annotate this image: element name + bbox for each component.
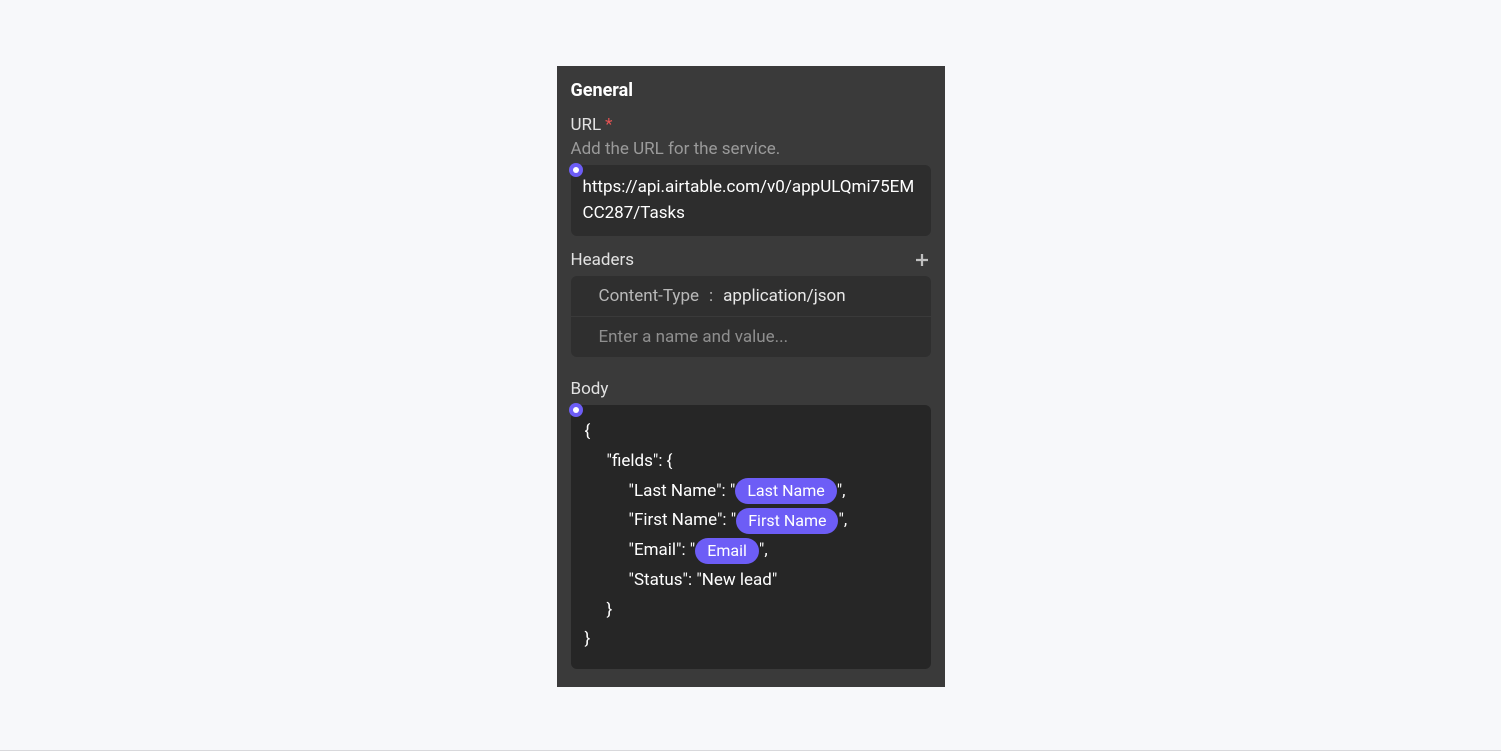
body-line: } (585, 596, 917, 626)
body-line: "Last Name": "Last Name", (585, 477, 917, 507)
body-section: Body { "fields": {"Last Name": "Last Nam… (571, 379, 931, 669)
url-help: Add the URL for the service. (571, 139, 931, 159)
body-input-wrap: { "fields": {"Last Name": "Last Name","F… (571, 405, 931, 669)
body-line: "fields": { (585, 447, 917, 477)
body-line: "Email": "Email", (585, 536, 917, 566)
url-input-wrap: https://api.airtable.com/v0/appULQmi75EM… (571, 165, 931, 236)
header-value: application/json (723, 286, 845, 306)
body-line: { (585, 421, 591, 441)
variable-indicator-icon (569, 403, 583, 417)
header-separator: : (709, 286, 713, 306)
plus-icon[interactable] (913, 251, 931, 269)
header-name: Content-Type (599, 286, 700, 306)
body-line: } (585, 629, 591, 649)
required-marker: * (605, 115, 612, 135)
headers-label: Headers (571, 250, 635, 270)
url-label-row: URL * (571, 115, 931, 135)
variable-pill-email[interactable]: Email (695, 538, 759, 564)
body-line: "Status": "New lead" (585, 566, 917, 596)
section-title: General (571, 80, 931, 101)
general-panel: General URL * Add the URL for the servic… (557, 66, 945, 687)
url-label: URL (571, 115, 602, 135)
variable-pill-first-name[interactable]: First Name (736, 508, 838, 534)
variable-pill-last-name[interactable]: Last Name (735, 478, 836, 504)
url-input[interactable]: https://api.airtable.com/v0/appULQmi75EM… (571, 165, 931, 236)
body-editor[interactable]: { "fields": {"Last Name": "Last Name","F… (571, 405, 931, 669)
body-line: "First Name": "First Name", (585, 506, 917, 536)
headers-row: Headers (571, 250, 931, 270)
header-new-input[interactable] (571, 317, 931, 357)
body-label: Body (571, 379, 931, 399)
variable-indicator-icon (569, 163, 583, 177)
header-row[interactable]: Content-Type : application/json (571, 276, 931, 317)
